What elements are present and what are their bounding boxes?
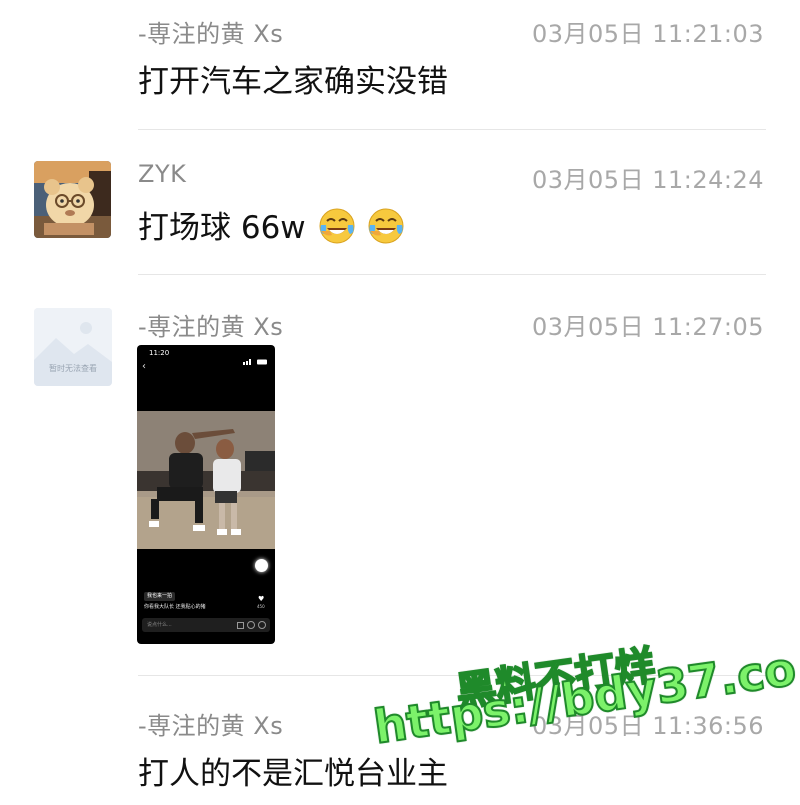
message-item[interactable]: -専注的黄 Xs 03月05日 11:21:03 打开汽车之家确实没错 xyxy=(0,0,800,130)
message-text: 打开汽车之家确实没错 xyxy=(138,64,448,100)
chat-history: -専注的黄 Xs 03月05日 11:21:03 打开汽车之家确实没错 ZYK … xyxy=(0,0,800,805)
sender-name: -専注的黄 Xs xyxy=(138,20,284,48)
back-chevron-icon[interactable]: ‹ xyxy=(142,361,146,372)
message-text-content: 打场球 66w xyxy=(138,210,306,246)
sender-name: -専注的黄 Xs xyxy=(138,712,284,740)
like-count: 450 xyxy=(257,604,265,609)
like-heart-icon[interactable]: ♥ xyxy=(258,595,264,603)
avatar-placeholder-label: 暂时无法查看 xyxy=(49,364,97,373)
comment-placeholder: 说点什么... xyxy=(147,622,172,628)
record-button-icon[interactable] xyxy=(255,559,268,572)
message-item[interactable]: 暂时无法查看 -専注的黄 Xs 03月05日 11:27:05 xyxy=(0,275,800,675)
message-text: 打人的不是汇悦台业主 xyxy=(138,756,448,792)
message-time: 03月05日 11:27:05 xyxy=(532,313,764,341)
caption-chip[interactable]: 我也来一拍 xyxy=(144,592,176,601)
image-placeholder-icon xyxy=(34,308,112,386)
image-icon[interactable] xyxy=(237,622,244,629)
status-bar-time: 11:20 xyxy=(149,349,170,357)
message-time: 03月05日 11:24:24 xyxy=(532,166,764,194)
video-frame xyxy=(137,411,275,549)
crying-laughing-emoji-icon xyxy=(368,208,404,244)
at-icon[interactable] xyxy=(247,621,255,629)
crying-laughing-emoji-icon xyxy=(319,208,355,244)
bear-avatar-icon xyxy=(34,161,111,238)
comment-input[interactable]: 说点什么... xyxy=(142,618,270,632)
image-message-thumbnail[interactable]: 11:20 ‹ 我也来一拍 你看我大队长 还我贴心的猪 ♥ 450 说点什么..… xyxy=(137,345,275,644)
signal-battery-icon xyxy=(243,350,269,365)
avatar[interactable] xyxy=(34,161,111,238)
message-item[interactable]: ZYK 03月05日 11:24:24 打场球 66w xyxy=(0,130,800,275)
emoji-icon[interactable] xyxy=(258,621,266,629)
sender-name: -専注的黄 Xs xyxy=(138,313,284,341)
caption-text: 你看我大队长 还我贴心的猪 xyxy=(144,604,206,610)
avatar-placeholder[interactable]: 暂时无法查看 xyxy=(34,308,112,386)
sender-name: ZYK xyxy=(138,160,187,188)
message-time: 03月05日 11:21:03 xyxy=(532,20,764,48)
message-text: 打场球 66w xyxy=(138,202,405,247)
